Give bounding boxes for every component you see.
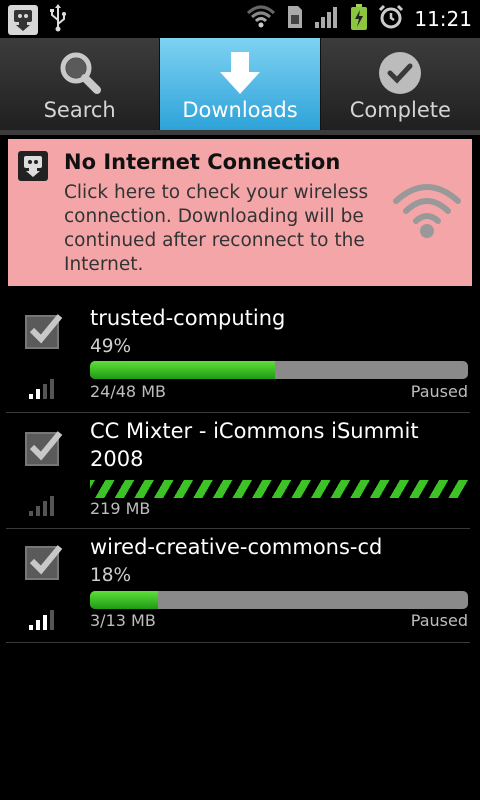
indeterminate-progress-bar	[90, 480, 468, 498]
checkbox-icon[interactable]	[24, 427, 64, 467]
download-name: CC Mixter - iCommons iSummit 2008	[90, 419, 419, 471]
download-status: Paused	[410, 382, 468, 401]
download-size: 219 MB	[90, 499, 151, 518]
battery-charging-icon	[350, 3, 368, 35]
app-notification-icon	[8, 5, 38, 35]
tab-search[interactable]: Search	[0, 38, 161, 130]
progress-fill	[90, 591, 159, 609]
tab-bar: Search Downloads Complete	[0, 38, 480, 130]
search-icon	[57, 50, 103, 96]
usb-icon	[48, 4, 68, 36]
no-connection-banner[interactable]: No Internet Connection Click here to che…	[8, 139, 472, 286]
tab-label: Complete	[349, 98, 451, 122]
wifi-status-icon	[246, 5, 276, 33]
clock-time: 11:21	[414, 7, 472, 31]
app-logo-icon	[18, 151, 48, 181]
download-size: 3/13 MB	[90, 611, 156, 630]
tab-label: Search	[43, 98, 116, 122]
status-bar: 11:21	[0, 0, 480, 38]
download-percent: 49%	[90, 336, 132, 357]
banner-message: Click here to check your wireless connec…	[64, 182, 369, 275]
download-size: 24/48 MB	[90, 382, 166, 401]
banner-title: No Internet Connection	[64, 150, 341, 174]
tab-label: Downloads	[182, 98, 298, 122]
tab-downloads[interactable]: Downloads	[160, 38, 321, 130]
alarm-clock-icon	[378, 4, 404, 34]
list-item[interactable]: CC Mixter - iCommons iSummit 2008 219 MB	[6, 413, 470, 529]
checkbox-icon[interactable]	[24, 310, 64, 350]
download-name: wired-creative-commons-cd	[90, 535, 383, 559]
wifi-icon	[392, 179, 462, 245]
signal-bars-icon	[29, 496, 54, 516]
download-status: Paused	[410, 611, 468, 630]
download-name: trusted-computing	[90, 306, 286, 330]
check-circle-icon	[377, 50, 423, 96]
signal-bars-icon	[29, 379, 54, 399]
tab-divider	[0, 130, 480, 135]
download-arrow-icon	[218, 50, 262, 96]
tab-complete[interactable]: Complete	[321, 38, 480, 130]
download-percent: 18%	[90, 565, 132, 586]
checkbox-icon[interactable]	[24, 541, 64, 581]
list-item[interactable]: wired-creative-commons-cd 18% 3/13 MB Pa…	[6, 529, 470, 643]
signal-bars-icon	[29, 610, 54, 630]
progress-bar	[90, 361, 468, 379]
progress-bar	[90, 591, 468, 609]
signal-strength-icon	[314, 5, 340, 33]
list-item[interactable]: trusted-computing 49% 24/48 MB Paused	[6, 296, 470, 413]
progress-fill	[90, 361, 276, 379]
sim-card-icon	[286, 4, 304, 34]
